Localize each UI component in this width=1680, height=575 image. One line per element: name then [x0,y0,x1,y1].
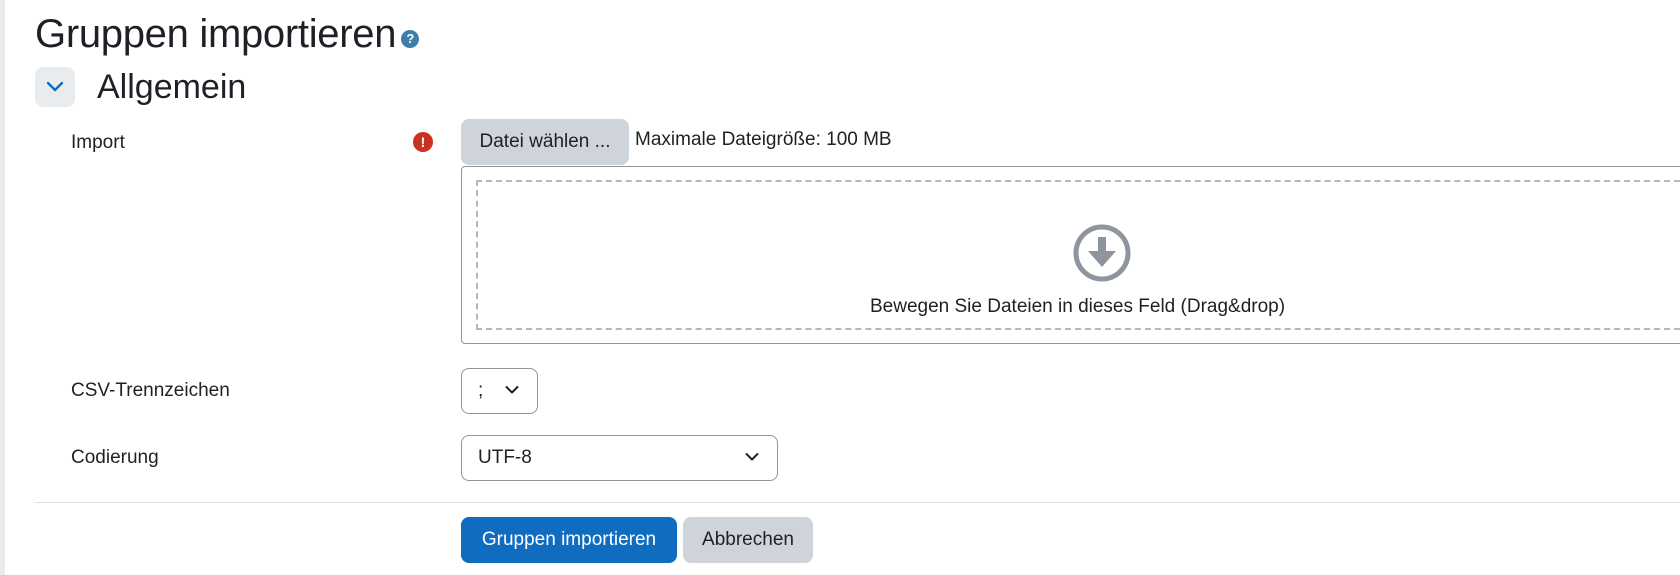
form-divider [35,502,1680,503]
csv-delimiter-value: ; [478,380,484,401]
page-title-text: Gruppen importieren [35,12,397,56]
help-icon[interactable]: ? [401,30,420,48]
max-file-size: Maximale Dateigröße: 100 MB [635,129,892,150]
section-toggle-button[interactable] [35,67,75,107]
dropzone-text: Bewegen Sie Dateien in dieses Feld (Drag… [870,296,1286,317]
arrow-down-circle-icon [1073,224,1131,282]
cancel-button[interactable]: Abbrechen [683,517,813,563]
encoding-label: Codierung [71,447,159,468]
choose-file-button[interactable]: Datei wählen ... [461,119,629,165]
section-title: Allgemein [97,68,247,106]
left-rail [0,0,5,575]
required-icon: ! [413,132,433,152]
import-label: Import [71,132,125,153]
page-title: Gruppen importieren ? [35,8,420,60]
chevron-down-icon [46,81,64,92]
chevron-down-icon [745,453,759,461]
csv-delimiter-label: CSV-Trennzeichen [71,380,230,401]
csv-delimiter-select[interactable]: ; [461,368,538,414]
import-groups-button[interactable]: Gruppen importieren [461,517,677,563]
chevron-down-icon [505,386,519,394]
encoding-select[interactable]: UTF-8 [461,435,778,481]
encoding-value: UTF-8 [478,447,532,468]
